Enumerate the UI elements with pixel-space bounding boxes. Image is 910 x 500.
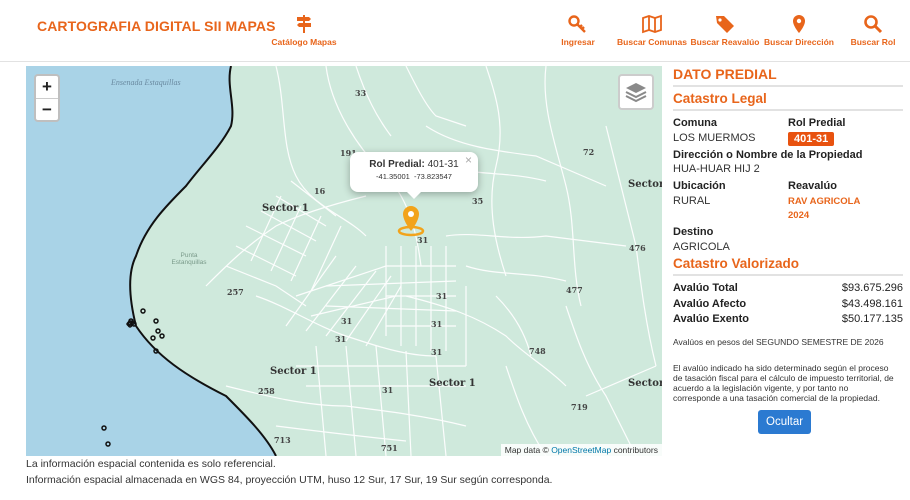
- search-icon: [864, 15, 883, 34]
- map-viewport[interactable]: Ensenada Estaquillas Punta Estanquillas …: [26, 66, 662, 456]
- nav-buscar-comunas[interactable]: Buscar Comunas: [617, 14, 687, 47]
- lot-number: 476: [629, 243, 646, 253]
- map-pin-icon: [793, 15, 805, 33]
- lot-number: 31: [431, 319, 443, 329]
- ubicacion-label: Ubicación: [673, 180, 726, 192]
- avaluo-afecto-row: Avalúo Afecto $43.498.161: [673, 297, 903, 313]
- sector-label: Sector 1: [270, 366, 317, 377]
- header: CARTOGRAFIA DIGITAL SII MAPAS Catálogo M…: [0, 0, 910, 62]
- rol-badge: 401-31: [788, 132, 835, 146]
- destino-value: AGRICOLA: [673, 241, 730, 253]
- lot-number: 751: [381, 443, 398, 453]
- catastro-valorizado-title: Catastro Valorizado: [673, 256, 903, 276]
- attribution-suffix: contributors: [613, 445, 658, 455]
- avaluo-period-note: Avalúos en pesos del SEGUNDO SEMESTRE DE…: [673, 336, 884, 347]
- tag-icon: [716, 16, 734, 33]
- reavaluo-value-1: RAV AGRICOLA: [788, 196, 861, 207]
- avaluo-total-row: Avalúo Total $93.675.296: [673, 281, 903, 297]
- map-attribution: Map data © OpenStreetMap contributors: [500, 444, 662, 456]
- lot-number: 719: [571, 402, 588, 412]
- footer-note-2: Información espacial almacenada en WGS 8…: [26, 474, 553, 486]
- brand-title[interactable]: CARTOGRAFIA DIGITAL SII MAPAS: [37, 18, 276, 34]
- zoom-control: + −: [34, 74, 60, 122]
- nav-label: Catálogo Mapas: [271, 37, 337, 47]
- lot-number: 33: [355, 88, 367, 98]
- popup-lon: -73.823547: [414, 172, 452, 181]
- lot-number: 72: [583, 147, 595, 157]
- avaluo-afecto-label: Avalúo Afecto: [673, 297, 747, 310]
- sector-label: Sector: [628, 179, 662, 190]
- lot-number: 713: [274, 435, 291, 445]
- nav-label: Buscar Rol: [850, 37, 896, 47]
- map-popup: × Rol Predial: 401-31 -41.35001 -73.8235…: [350, 152, 478, 192]
- comuna-label: Comuna: [673, 117, 717, 129]
- popup-lat: -41.35001: [376, 172, 410, 181]
- avaluo-exento-row: Avalúo Exento $50.177.135: [673, 312, 903, 328]
- lot-number: 31: [382, 385, 394, 395]
- reavaluo-label: Reavalúo: [788, 180, 837, 192]
- nav-buscar-reavaluo[interactable]: Buscar Reavalúo: [690, 14, 760, 47]
- lot-number: 31: [335, 334, 347, 344]
- sector-label: Sector 1: [429, 378, 476, 389]
- key-icon: [568, 15, 586, 33]
- popup-close-button[interactable]: ×: [465, 153, 472, 167]
- catastro-legal-title: Catastro Legal: [673, 91, 903, 111]
- layers-button[interactable]: [618, 74, 654, 110]
- property-panel: DATO PREDIAL Catastro Legal Comuna LOS M…: [673, 66, 903, 434]
- popup-tip: [406, 191, 422, 199]
- nav-label: Buscar Comunas: [617, 37, 687, 47]
- reavaluo-value-2: 2024: [788, 210, 810, 221]
- nav-ingresar[interactable]: Ingresar: [543, 14, 613, 47]
- lot-number: 258: [258, 386, 275, 396]
- nav-label: Ingresar: [561, 37, 595, 47]
- popup-label: Rol Predial:: [369, 159, 425, 170]
- avaluo-exento-value: $50.177.135: [841, 313, 903, 325]
- direccion-label: Dirección o Nombre de la Propiedad: [673, 149, 863, 161]
- nav-label: Buscar Dirección: [764, 37, 834, 47]
- footer-note-1: La información espacial contenida es sol…: [26, 458, 276, 470]
- avaluo-total-label: Avalúo Total: [673, 282, 738, 294]
- nav-catalogo-mapas[interactable]: Catálogo Mapas: [269, 14, 339, 47]
- lot-number: 31: [431, 347, 443, 357]
- layers-icon: [625, 83, 647, 103]
- avaluo-afecto-value: $43.498.161: [841, 297, 903, 310]
- nav-buscar-rol[interactable]: Buscar Rol: [838, 14, 908, 47]
- nav-buscar-direccion[interactable]: Buscar Dirección: [764, 14, 834, 47]
- zoom-out-button[interactable]: −: [36, 98, 58, 120]
- zoom-in-button[interactable]: +: [36, 76, 58, 98]
- sector-label: Sector: [628, 378, 662, 389]
- map-tiles: [26, 66, 657, 456]
- lot-number: 257: [227, 287, 244, 297]
- lot-number: 35: [472, 196, 484, 206]
- sector-label: Sector 1: [262, 203, 309, 214]
- comuna-value: LOS MUERMOS: [673, 132, 756, 144]
- map-icon: [642, 14, 662, 34]
- avaluo-total-value: $93.675.296: [841, 282, 903, 294]
- direccion-value: HUA-HUAR HIJ 2: [673, 163, 760, 175]
- ubicacion-value: RURAL: [673, 195, 711, 207]
- selected-parcel-marker[interactable]: [397, 206, 425, 237]
- panel-title: DATO PREDIAL: [673, 66, 903, 87]
- lot-number: 748: [529, 346, 546, 356]
- lot-number: 477: [566, 285, 583, 295]
- water-label: Ensenada Estaquillas: [111, 78, 181, 87]
- destino-label: Destino: [673, 226, 714, 238]
- lot-number: 16: [314, 186, 326, 196]
- attribution-prefix: Map data ©: [504, 445, 549, 455]
- rol-label: Rol Predial: [788, 117, 846, 129]
- avaluo-disclaimer: El avalúo indicado ha sido determinado s…: [673, 362, 894, 403]
- lot-number: 31: [436, 291, 448, 301]
- place-label: Punta Estanquillas: [171, 252, 207, 266]
- hide-button[interactable]: Ocultar: [758, 409, 812, 434]
- avaluo-exento-label: Avalúo Exento: [673, 313, 749, 325]
- openstreetmap-link[interactable]: OpenStreetMap: [551, 445, 611, 455]
- lot-number: 31: [417, 235, 429, 245]
- popup-rol: 401-31: [427, 159, 459, 170]
- nav-label: Buscar Reavalúo: [690, 37, 760, 47]
- lot-number: 31: [341, 316, 353, 326]
- signpost-icon: [297, 15, 311, 33]
